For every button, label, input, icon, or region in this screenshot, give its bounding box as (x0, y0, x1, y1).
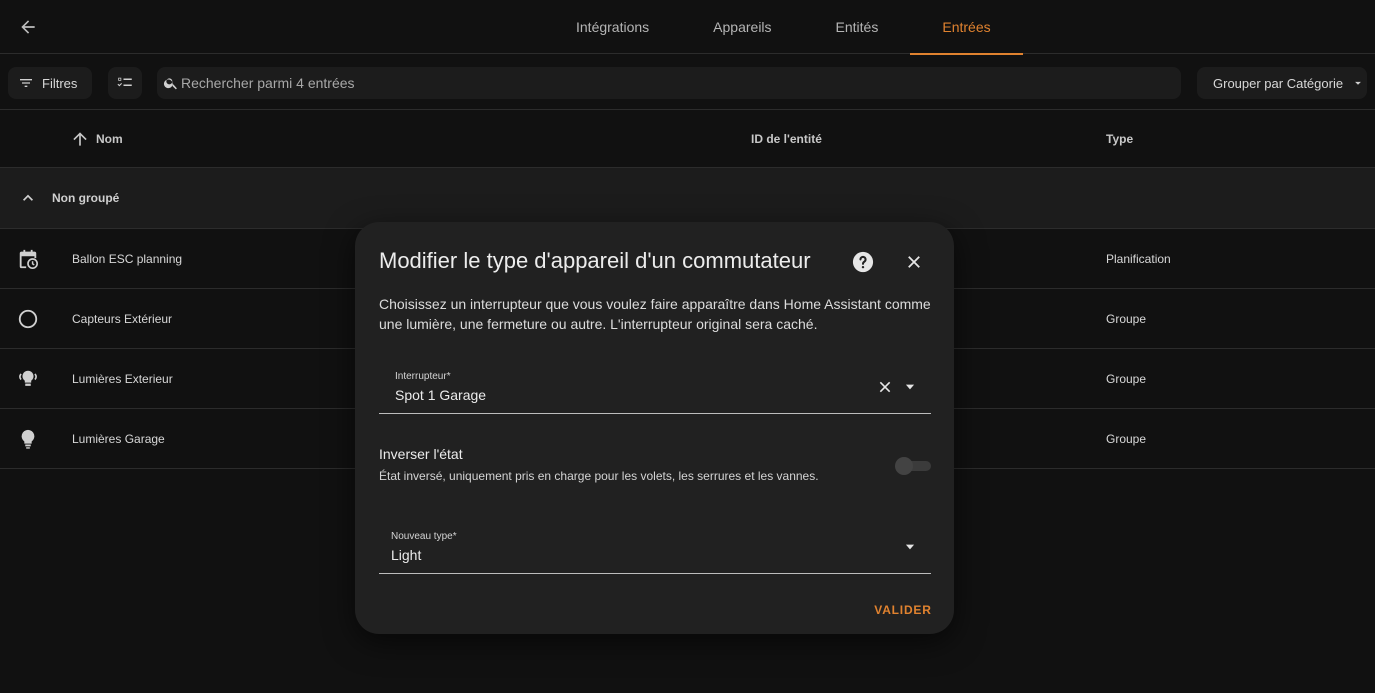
tab-integrations[interactable]: Intégrations (544, 0, 681, 54)
sort-arrow-up-icon (73, 132, 87, 146)
selection-mode-button[interactable] (108, 67, 142, 99)
invert-title: Inverser l'état (379, 446, 463, 462)
lightbulb-icon (16, 427, 40, 451)
toolbar: Filtres Grouper par Catégorie (0, 55, 1375, 110)
column-name[interactable]: Nom (70, 111, 123, 167)
type-field-value: Light (391, 547, 422, 563)
tab-devices[interactable]: Appareils (681, 0, 803, 54)
switch-select-field[interactable]: Interrupteur* Spot 1 Garage (379, 362, 931, 414)
row-name: Capteurs Extérieur (72, 312, 173, 326)
tab-entities[interactable]: Entités (804, 0, 911, 54)
switch-field-label: Interrupteur* (395, 371, 451, 382)
column-name-label: Nom (96, 132, 123, 146)
checklist-icon (117, 77, 132, 87)
row-name: Lumières Garage (72, 432, 165, 446)
calendar-clock-icon (16, 247, 40, 271)
row-type: Groupe (1106, 432, 1147, 446)
search-input[interactable] (181, 75, 1161, 91)
change-device-type-dialog: Modifier le type d'appareil d'un commuta… (355, 222, 954, 634)
help-icon[interactable] (852, 251, 874, 273)
close-icon[interactable] (903, 251, 925, 273)
dialog-description: Choisissez un interrupteur que vous voul… (379, 296, 931, 332)
filter-icon (20, 79, 32, 87)
row-type: Groupe (1106, 372, 1147, 386)
group-by-button[interactable]: Grouper par Catégorie (1197, 67, 1367, 99)
dropdown-arrow-icon[interactable] (903, 540, 917, 554)
switch-field-value: Spot 1 Garage (395, 387, 487, 403)
row-type: Planification (1106, 252, 1171, 266)
group-by-label: Grouper par Catégorie (1213, 75, 1344, 91)
top-bar: Intégrations Appareils Entités Entrées (0, 0, 1375, 55)
filters-label: Filtres (42, 75, 78, 91)
back-arrow-icon[interactable] (14, 13, 42, 41)
search-field[interactable] (157, 67, 1181, 99)
tab-helpers[interactable]: Entrées (910, 0, 1023, 55)
chevron-up-icon (23, 194, 33, 201)
row-type: Groupe (1106, 312, 1147, 326)
dropdown-arrow-icon[interactable] (903, 380, 917, 394)
column-entity-id[interactable]: ID de l'entité (751, 111, 822, 167)
clear-icon[interactable] (877, 379, 893, 395)
row-name: Ballon ESC planning (72, 252, 183, 266)
group-header[interactable]: Non groupé (0, 168, 1375, 229)
group-label: Non groupé (52, 191, 120, 205)
chevron-down-icon (1355, 81, 1361, 85)
filters-button[interactable]: Filtres (8, 67, 92, 99)
type-field-label: Nouveau type* (391, 531, 457, 542)
column-type[interactable]: Type (1106, 111, 1133, 167)
circle-outline-icon (16, 307, 40, 331)
search-icon (163, 78, 177, 90)
dialog-title: Modifier le type d'appareil d'un commuta… (379, 248, 811, 273)
lightbulb-group-icon (16, 367, 40, 391)
toggle-knob (895, 457, 913, 475)
new-type-select-field[interactable]: Nouveau type* Light (379, 522, 931, 574)
table-header: Nom ID de l'entité Type (0, 111, 1375, 168)
invert-toggle[interactable] (895, 457, 931, 475)
tab-bar: Intégrations Appareils Entités Entrées (544, 0, 1023, 55)
invert-description: État inversé, uniquement pris en charge … (379, 469, 819, 483)
row-name: Lumières Exterieur (72, 372, 173, 386)
submit-button[interactable]: VALIDER (867, 598, 939, 622)
